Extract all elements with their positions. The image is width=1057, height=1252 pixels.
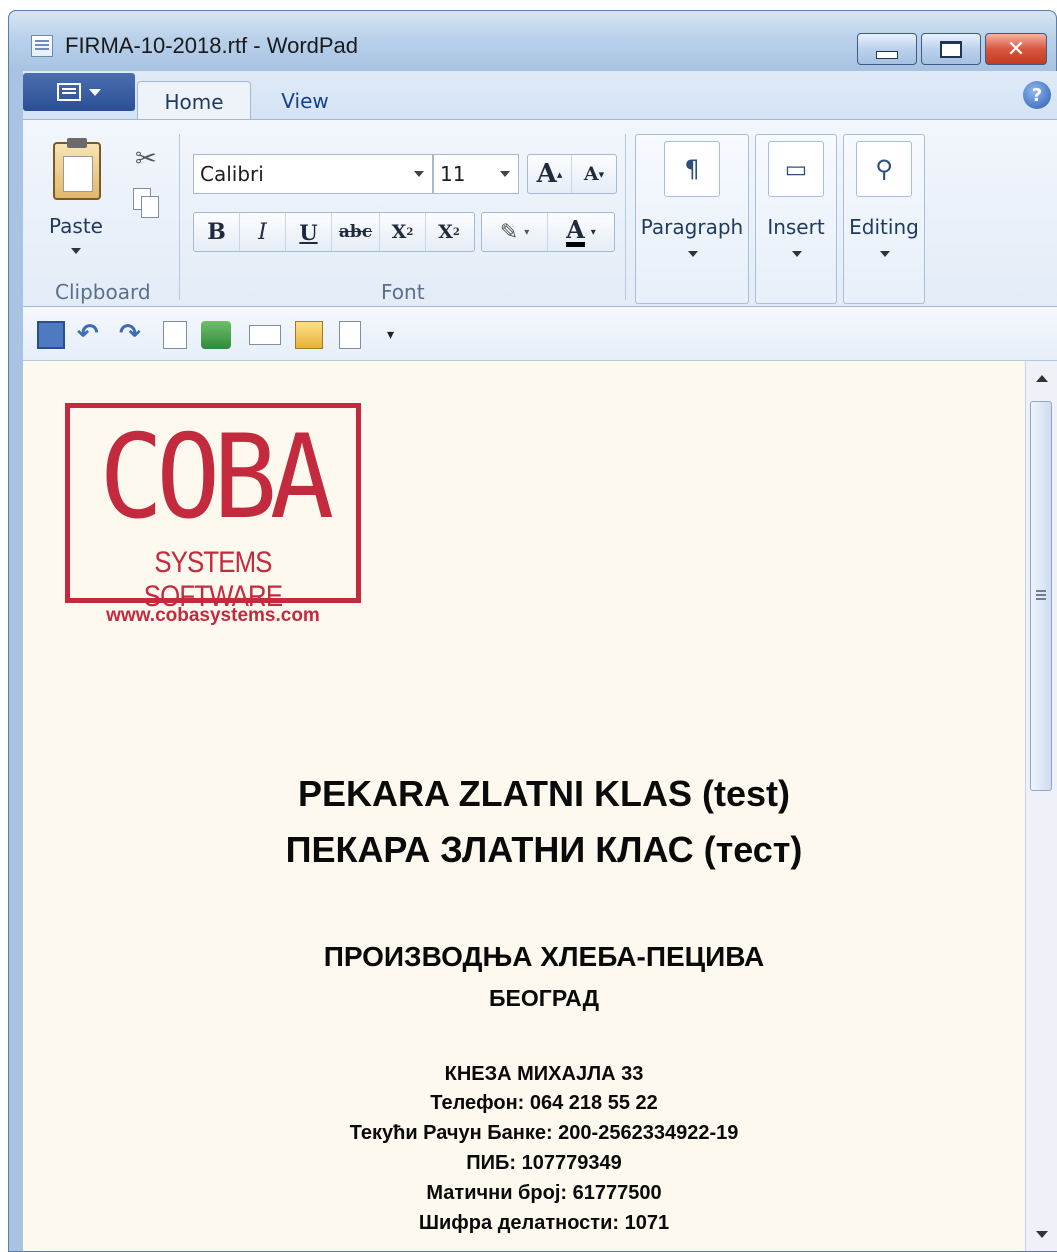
highlighter-icon: ✎ (499, 219, 519, 245)
quick-access-toolbar: ↶ ↷ ▾ (23, 307, 1057, 361)
company-activity: ПРОИЗВОДЊА ХЛЕБА-ПЕЦИВА (323, 941, 765, 972)
paragraph-label: Paragraph (640, 215, 744, 239)
picture-icon: ▭ (768, 141, 824, 197)
grow-font-icon: A (536, 159, 557, 189)
minimize-icon (876, 51, 898, 59)
title-bar[interactable]: FIRMA-10-2018.rtf - WordPad ✕ (9, 11, 1056, 71)
editing-group-button[interactable]: ⚲ Editing (843, 134, 925, 304)
customize-toolbar-icon[interactable]: ▾ (387, 328, 401, 342)
company-bank-account: Текући Рачун Банке: 200-2562334922-19 (349, 1122, 739, 1144)
company-address: КНЕЗА МИХАЈЛА 33 (444, 1063, 644, 1085)
strikethrough-icon: abc (338, 222, 373, 242)
close-button[interactable]: ✕ (985, 33, 1047, 65)
insert-label: Insert (767, 215, 825, 239)
scroll-up-icon[interactable] (1036, 375, 1048, 382)
paste-icon[interactable] (53, 138, 101, 200)
shrink-font-icon: A (583, 163, 599, 185)
company-name-cyrillic: ПЕКАРА ЗЛАТНИ КЛАС (тест) (285, 829, 803, 870)
bold-button[interactable]: B (194, 213, 240, 251)
application-menu-button[interactable] (23, 73, 135, 111)
grip-icon (1036, 590, 1046, 592)
font-size-buttons: A ▴ A ▾ (527, 154, 617, 194)
help-icon[interactable]: ? (1023, 81, 1051, 109)
strikethrough-button[interactable]: abc (332, 213, 380, 251)
new-document-icon[interactable] (339, 321, 361, 349)
maximize-icon (940, 40, 962, 58)
maximize-button[interactable] (921, 33, 981, 65)
paragraph-group-button[interactable]: ¶ Paragraph (635, 134, 749, 304)
chevron-down-icon (414, 171, 424, 177)
document-area[interactable]: COBA SYSTEMS SOFTWARE www.cobasystems.co… (23, 361, 1025, 1251)
document-menu-icon (57, 83, 81, 101)
group-separator (179, 134, 180, 300)
logo-main-text: COBA (99, 410, 334, 545)
wordpad-app-icon[interactable] (31, 35, 53, 57)
chevron-down-icon (89, 88, 101, 96)
insert-group-button[interactable]: ▭ Insert (755, 134, 837, 304)
chevron-down-icon (688, 251, 698, 257)
window-title: FIRMA-10-2018.rtf - WordPad (65, 33, 359, 58)
paste-dropdown-icon[interactable] (71, 248, 81, 254)
paragraph-icon: ¶ (664, 141, 720, 197)
company-city: БЕОГРАД (489, 985, 599, 1011)
ribbon-home: Paste ✂ Clipboard Calibri 11 A ▴ A ▾ B I U… (23, 119, 1057, 307)
email-icon[interactable] (249, 325, 281, 345)
wordpad-window: FIRMA-10-2018.rtf - WordPad ✕ Home View … (8, 10, 1057, 1252)
print-icon[interactable] (201, 321, 231, 349)
bold-icon: B (207, 219, 226, 245)
print-preview-icon[interactable] (163, 321, 187, 349)
copy-icon[interactable] (131, 188, 159, 218)
close-icon: ✕ (1006, 36, 1026, 62)
redo-icon[interactable]: ↷ (119, 321, 147, 349)
scrollbar-thumb[interactable] (1030, 401, 1052, 791)
company-phone: Телефон: 064 218 55 22 (430, 1092, 658, 1114)
underline-icon: U (299, 219, 318, 245)
logo-url: www.cobasystems.com (106, 605, 320, 626)
save-icon[interactable] (37, 321, 65, 349)
chevron-down-icon (792, 251, 802, 257)
minimize-button[interactable] (857, 33, 917, 65)
clipboard-group-label: Clipboard (55, 280, 151, 304)
chevron-down-icon (500, 171, 510, 177)
font-style-buttons: B I U abc X2 X2 (193, 212, 475, 252)
vertical-scrollbar[interactable] (1025, 361, 1057, 1251)
company-name-latin: PEKARA ZLATNI KLAS (test) (298, 773, 790, 814)
tab-view[interactable]: View (259, 81, 351, 121)
font-size-select[interactable]: 11 (433, 154, 519, 194)
font-size-value: 11 (440, 162, 466, 186)
tab-home[interactable]: Home (137, 81, 251, 122)
editing-label: Editing (849, 215, 919, 239)
font-color-buttons: ✎ ▾ A ▾ (481, 212, 615, 252)
font-color-icon: A (566, 217, 585, 247)
subscript-icon: X (391, 221, 407, 243)
font-group-label: Font (381, 280, 425, 304)
italic-icon: I (258, 219, 267, 245)
font-color-button[interactable]: A ▾ (548, 213, 614, 251)
paste-button[interactable]: Paste (49, 214, 103, 238)
superscript-button[interactable]: X2 (426, 213, 472, 251)
logo-sub-text: SYSTEMS SOFTWARE (143, 546, 283, 613)
company-pib: ПИБ: 107779349 (466, 1152, 622, 1174)
company-logo: COBA SYSTEMS SOFTWARE (65, 403, 361, 613)
font-family-select[interactable]: Calibri (193, 154, 433, 194)
grow-font-button[interactable]: A ▴ (528, 155, 572, 193)
group-separator (625, 134, 626, 300)
chevron-down-icon (880, 251, 890, 257)
scroll-down-icon[interactable] (1036, 1231, 1048, 1238)
binoculars-icon: ⚲ (856, 141, 912, 197)
shrink-font-button[interactable]: A ▾ (572, 155, 616, 193)
company-activity-code: Шифра делатности: 1071 (418, 1212, 670, 1234)
ribbon-tab-bar: Home View ? (23, 71, 1057, 122)
company-registration-number: Матични број: 61777500 (426, 1182, 662, 1204)
subscript-button[interactable]: X2 (380, 213, 426, 251)
italic-button[interactable]: I (240, 213, 286, 251)
superscript-icon: X (438, 221, 453, 243)
font-family-value: Calibri (200, 162, 264, 186)
highlight-button[interactable]: ✎ ▾ (482, 213, 548, 251)
undo-icon[interactable]: ↶ (77, 321, 105, 349)
underline-button[interactable]: U (286, 213, 332, 251)
open-icon[interactable] (295, 321, 323, 349)
cut-icon[interactable]: ✂ (135, 144, 157, 174)
